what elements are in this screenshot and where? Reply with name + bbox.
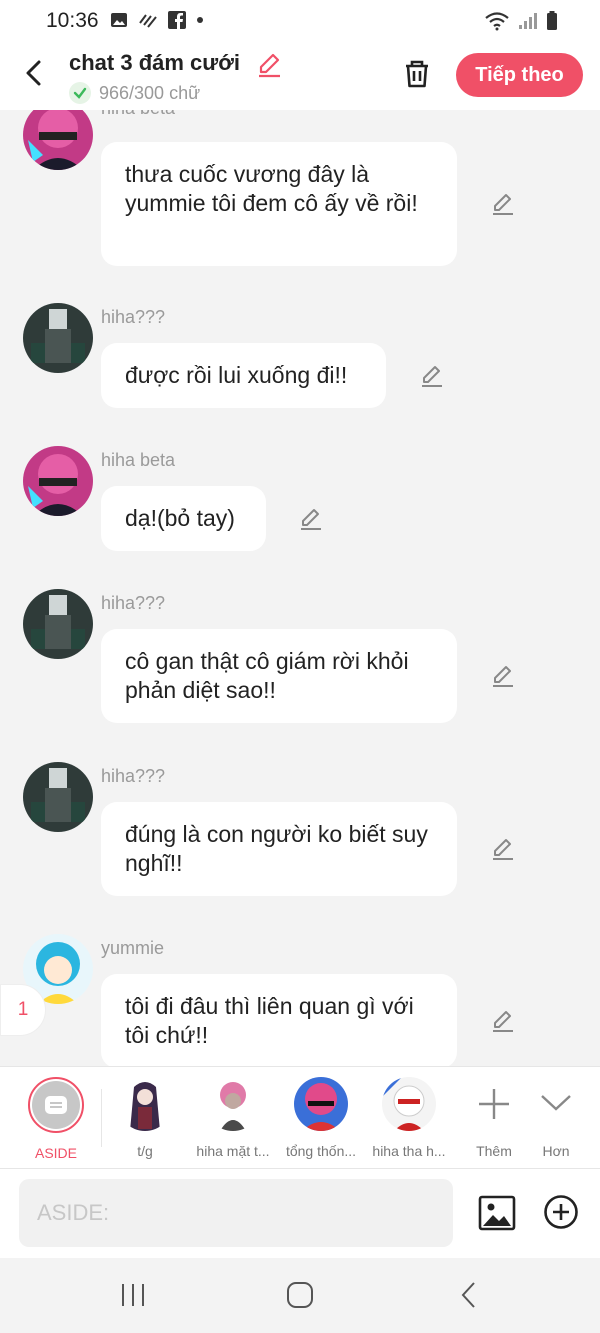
- avatar[interactable]: [23, 303, 93, 373]
- edit-message-icon[interactable]: [298, 506, 324, 532]
- sender-name: hiha beta: [101, 110, 175, 119]
- trash-icon[interactable]: [400, 57, 434, 91]
- word-count: 966/300 chữ: [69, 82, 200, 104]
- character-aside[interactable]: ASIDE: [16, 1077, 96, 1161]
- battery-icon: [547, 11, 557, 30]
- add-circle-icon[interactable]: [542, 1193, 580, 1231]
- edit-message-icon[interactable]: [490, 663, 516, 689]
- edit-title-icon[interactable]: [255, 51, 283, 79]
- avatar: [382, 1077, 436, 1131]
- composer: [0, 1169, 600, 1258]
- sender-name: yummie: [101, 938, 165, 958]
- character-label: tổng thốn...: [285, 1143, 357, 1159]
- message-bubble[interactable]: thưa cuốc vương đây là yummie tôi đem cô…: [101, 142, 457, 266]
- edit-message-icon[interactable]: [490, 191, 516, 217]
- sender-name: hiha???: [101, 307, 166, 327]
- aside-icon: [45, 1096, 67, 1114]
- word-count-text: 966/300 chữ: [99, 82, 201, 103]
- character-hiha-tha[interactable]: hiha tha h...: [369, 1077, 449, 1159]
- edit-message-icon[interactable]: [490, 1008, 516, 1034]
- message-bubble[interactable]: đúng là con người ko biết suy nghĩ!!: [101, 802, 457, 896]
- chevron-down-icon: [541, 1095, 571, 1111]
- facebook-icon: [168, 11, 186, 29]
- character-label: t/g: [137, 1143, 153, 1159]
- missed-call-icon: [139, 14, 157, 28]
- avatar: [118, 1077, 172, 1131]
- home-icon[interactable]: [285, 1280, 315, 1310]
- chat-header: chat 3 đám cưới 966/300 chữ Tiếp theo: [0, 44, 600, 110]
- system-nav-bar: [0, 1258, 600, 1333]
- unread-count-badge[interactable]: 1: [0, 984, 46, 1036]
- message-input[interactable]: [19, 1179, 453, 1247]
- character-label: Hơn: [542, 1143, 570, 1159]
- next-button[interactable]: Tiếp theo: [456, 53, 583, 97]
- character-label: hiha mặt t...: [196, 1143, 270, 1159]
- avatar[interactable]: [23, 446, 93, 516]
- character-label: hiha tha h...: [372, 1143, 446, 1159]
- avatar: [206, 1077, 260, 1131]
- back-arrow-icon[interactable]: [20, 58, 50, 88]
- recent-apps-icon[interactable]: [118, 1280, 148, 1310]
- message-bubble[interactable]: cô gan thật cô giám rời khỏi phản diệt s…: [101, 629, 457, 723]
- check-icon: [69, 82, 91, 104]
- avatar: [294, 1077, 348, 1131]
- status-time: 10:36: [46, 9, 99, 32]
- message-bubble[interactable]: được rồi lui xuống đi!!: [101, 343, 386, 408]
- character-tg[interactable]: t/g: [105, 1077, 185, 1159]
- more-characters-button[interactable]: Hơn: [516, 1077, 596, 1159]
- message-bubble[interactable]: tôi đi đâu thì liên quan gì với tôi chứ!…: [101, 974, 457, 1066]
- signal-icon: [519, 13, 537, 29]
- page-title: chat 3 đám cưới: [69, 50, 240, 75]
- character-tong-thong[interactable]: tổng thốn...: [281, 1077, 361, 1159]
- edit-message-icon[interactable]: [490, 836, 516, 862]
- sender-name: hiha???: [101, 766, 166, 786]
- more-notifications-dot-icon: [197, 17, 203, 23]
- edit-message-icon[interactable]: [419, 363, 445, 389]
- avatar[interactable]: [23, 762, 93, 832]
- message-bubble[interactable]: dạ!(bỏ tay): [101, 486, 266, 551]
- character-hiha-mat[interactable]: hiha mặt t...: [193, 1077, 273, 1159]
- sender-name: hiha???: [101, 593, 166, 613]
- avatar[interactable]: [23, 589, 93, 659]
- status-bar: 10:36: [0, 0, 600, 44]
- wifi-icon: [485, 12, 509, 31]
- chat-messages[interactable]: hiha beta thưa cuốc vương đây là yummie …: [0, 110, 600, 1066]
- character-label: ASIDE: [34, 1145, 77, 1161]
- avatar[interactable]: [23, 110, 93, 170]
- character-selector: ASIDE t/g hiha mặt t... tổng thốn... hih…: [0, 1066, 600, 1169]
- divider: [101, 1089, 102, 1147]
- image-icon[interactable]: [477, 1193, 517, 1233]
- plus-icon: [479, 1089, 509, 1119]
- gallery-notification-icon: [111, 13, 127, 27]
- sender-name: hiha beta: [101, 450, 176, 470]
- back-icon[interactable]: [455, 1280, 485, 1310]
